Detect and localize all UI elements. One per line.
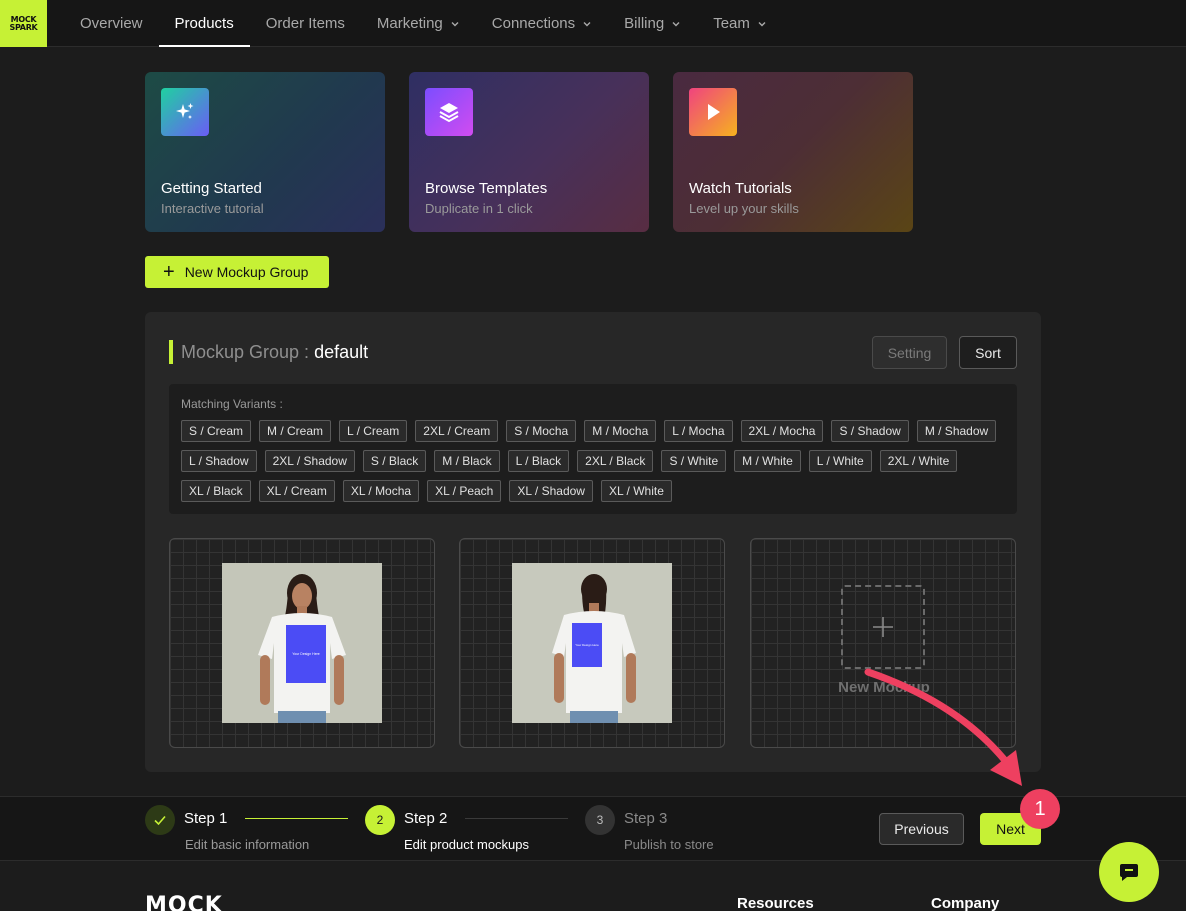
variant-tag[interactable]: S / White xyxy=(661,450,727,472)
step-3-indicator: 3 xyxy=(585,805,615,835)
variant-tag[interactable]: M / White xyxy=(734,450,801,472)
variant-tag[interactable]: XL / Mocha xyxy=(342,480,420,502)
step-1-title: Step 1 xyxy=(184,810,228,827)
nav-item-team[interactable]: Team xyxy=(697,0,783,47)
new-mockup-card[interactable]: New Mockup xyxy=(750,538,1016,748)
variant-tag[interactable]: L / White xyxy=(808,450,872,472)
step-connector xyxy=(465,818,568,819)
variant-tag[interactable]: 2XL / White xyxy=(879,450,958,472)
variant-tag[interactable]: XL / Cream xyxy=(258,480,335,502)
mockspark-logo[interactable]: MOCK SPARK xyxy=(0,0,47,47)
variant-tag[interactable]: S / Mocha xyxy=(506,420,577,442)
layers-icon xyxy=(425,88,473,136)
matching-variants-label: Matching Variants : xyxy=(181,397,283,411)
variant-tag[interactable]: L / Black xyxy=(507,450,570,472)
variant-tag[interactable]: XL / White xyxy=(600,480,672,502)
variant-tag[interactable]: S / Cream xyxy=(181,420,252,442)
variant-tag-list: S / Cream M / Cream L / Cream 2XL / Cream S … xyxy=(181,420,1011,502)
new-mockup-group-label: New Mockup Group xyxy=(184,264,309,280)
variant-tag[interactable]: M / Shadow xyxy=(916,420,997,442)
card-title: Browse Templates xyxy=(425,180,548,197)
step-3-title: Step 3 xyxy=(624,810,668,827)
variant-tag[interactable]: 2XL / Shadow xyxy=(264,450,355,472)
mockup-group-name: default xyxy=(314,342,369,362)
card-title: Getting Started xyxy=(161,180,262,197)
variant-tag[interactable]: M / Mocha xyxy=(584,420,657,442)
watch-tutorials-card[interactable]: Watch Tutorials Level up your skills xyxy=(673,72,913,232)
step-1-subtitle: Edit basic information xyxy=(185,837,310,852)
footer-heading-resources: Resources xyxy=(737,895,814,911)
getting-started-card[interactable]: Getting Started Interactive tutorial xyxy=(145,72,385,232)
check-icon xyxy=(154,815,166,826)
mockup-image-front: Your Design Here xyxy=(222,563,382,723)
chat-support-button[interactable] xyxy=(1099,842,1159,902)
new-mockup-group-button[interactable]: + New Mockup Group xyxy=(145,256,329,288)
variant-tag[interactable]: XL / Black xyxy=(181,480,251,502)
step-2-subtitle: Edit product mockups xyxy=(404,837,530,852)
footer-logo[interactable]: MOCK xyxy=(145,893,223,911)
stepper-bar: Step 1 Edit basic information 2 Step 2 E… xyxy=(0,796,1186,861)
setting-button[interactable]: Setting xyxy=(872,336,947,369)
chevron-down-icon xyxy=(758,21,766,26)
matching-variants-box: Matching Variants : S / Cream M / Cream L … xyxy=(169,384,1017,514)
design-placeholder-text: Your Design Here xyxy=(575,643,599,647)
variant-tag[interactable]: 2XL / Mocha xyxy=(740,420,824,442)
mockup-group-panel: Mockup Group : default Setting Sort Matc… xyxy=(145,312,1041,772)
mockup-group-title: Mockup Group : default xyxy=(181,342,369,362)
nav-item-marketing[interactable]: Marketing xyxy=(361,0,476,47)
mockup-card-back[interactable]: Your Design Here xyxy=(459,538,725,748)
plus-icon: + xyxy=(163,261,175,283)
variant-tag[interactable]: 2XL / Black xyxy=(577,450,654,472)
variant-tag[interactable]: S / Shadow xyxy=(831,420,909,442)
play-icon xyxy=(689,88,737,136)
nav-menu: Overview Products Order Items Marketing … xyxy=(64,0,783,47)
chat-bubble-icon xyxy=(1120,864,1138,881)
variant-tag[interactable]: XL / Shadow xyxy=(509,480,593,502)
sparkles-icon xyxy=(161,88,209,136)
variant-tag[interactable]: S / Black xyxy=(362,450,427,472)
nav-item-overview[interactable]: Overview xyxy=(64,0,159,47)
footer-heading-company: Company xyxy=(931,895,1000,911)
nav-item-billing[interactable]: Billing xyxy=(608,0,697,47)
variant-tag[interactable]: L / Shadow xyxy=(181,450,257,472)
add-mockup-button[interactable] xyxy=(841,585,925,669)
step-2-title: Step 2 xyxy=(404,810,448,827)
card-subtitle: Level up your skills xyxy=(689,201,799,216)
variant-tag[interactable]: L / Cream xyxy=(339,420,408,442)
chevron-down-icon xyxy=(451,21,459,26)
plus-icon xyxy=(873,617,893,637)
variant-tag[interactable]: M / Black xyxy=(434,450,500,472)
variant-tag[interactable]: M / Cream xyxy=(259,420,332,442)
variant-tag[interactable]: XL / Peach xyxy=(427,480,502,502)
new-mockup-label: New Mockup xyxy=(838,679,930,696)
step-connector xyxy=(245,818,348,819)
nav-item-connections[interactable]: Connections xyxy=(476,0,608,47)
annotation-badge: 1 xyxy=(1020,789,1060,829)
step-3-subtitle: Publish to store xyxy=(624,837,714,852)
chevron-down-icon xyxy=(672,21,680,26)
browse-templates-card[interactable]: Browse Templates Duplicate in 1 click xyxy=(409,72,649,232)
previous-button[interactable]: Previous xyxy=(879,813,964,845)
nav-item-products[interactable]: Products xyxy=(158,0,250,47)
card-subtitle: Duplicate in 1 click xyxy=(425,201,533,216)
mockup-image-back: Your Design Here xyxy=(512,563,672,723)
top-nav: MOCK SPARK Overview Products Order Items… xyxy=(0,0,1186,47)
logo-text: MOCK SPARK xyxy=(9,14,38,32)
chevron-down-icon xyxy=(583,21,591,26)
sort-button[interactable]: Sort xyxy=(959,336,1017,369)
design-placeholder-text: Your Design Here xyxy=(292,652,320,656)
step-2-indicator: 2 xyxy=(365,805,395,835)
variant-tag[interactable]: L / Mocha xyxy=(664,420,733,442)
accent-bar xyxy=(169,340,173,364)
nav-item-order-items[interactable]: Order Items xyxy=(250,0,361,47)
mockup-card-front[interactable]: Your Design Here xyxy=(169,538,435,748)
card-subtitle: Interactive tutorial xyxy=(161,201,264,216)
card-title: Watch Tutorials xyxy=(689,180,792,197)
variant-tag[interactable]: 2XL / Cream xyxy=(415,420,499,442)
step-1-indicator xyxy=(145,805,175,835)
